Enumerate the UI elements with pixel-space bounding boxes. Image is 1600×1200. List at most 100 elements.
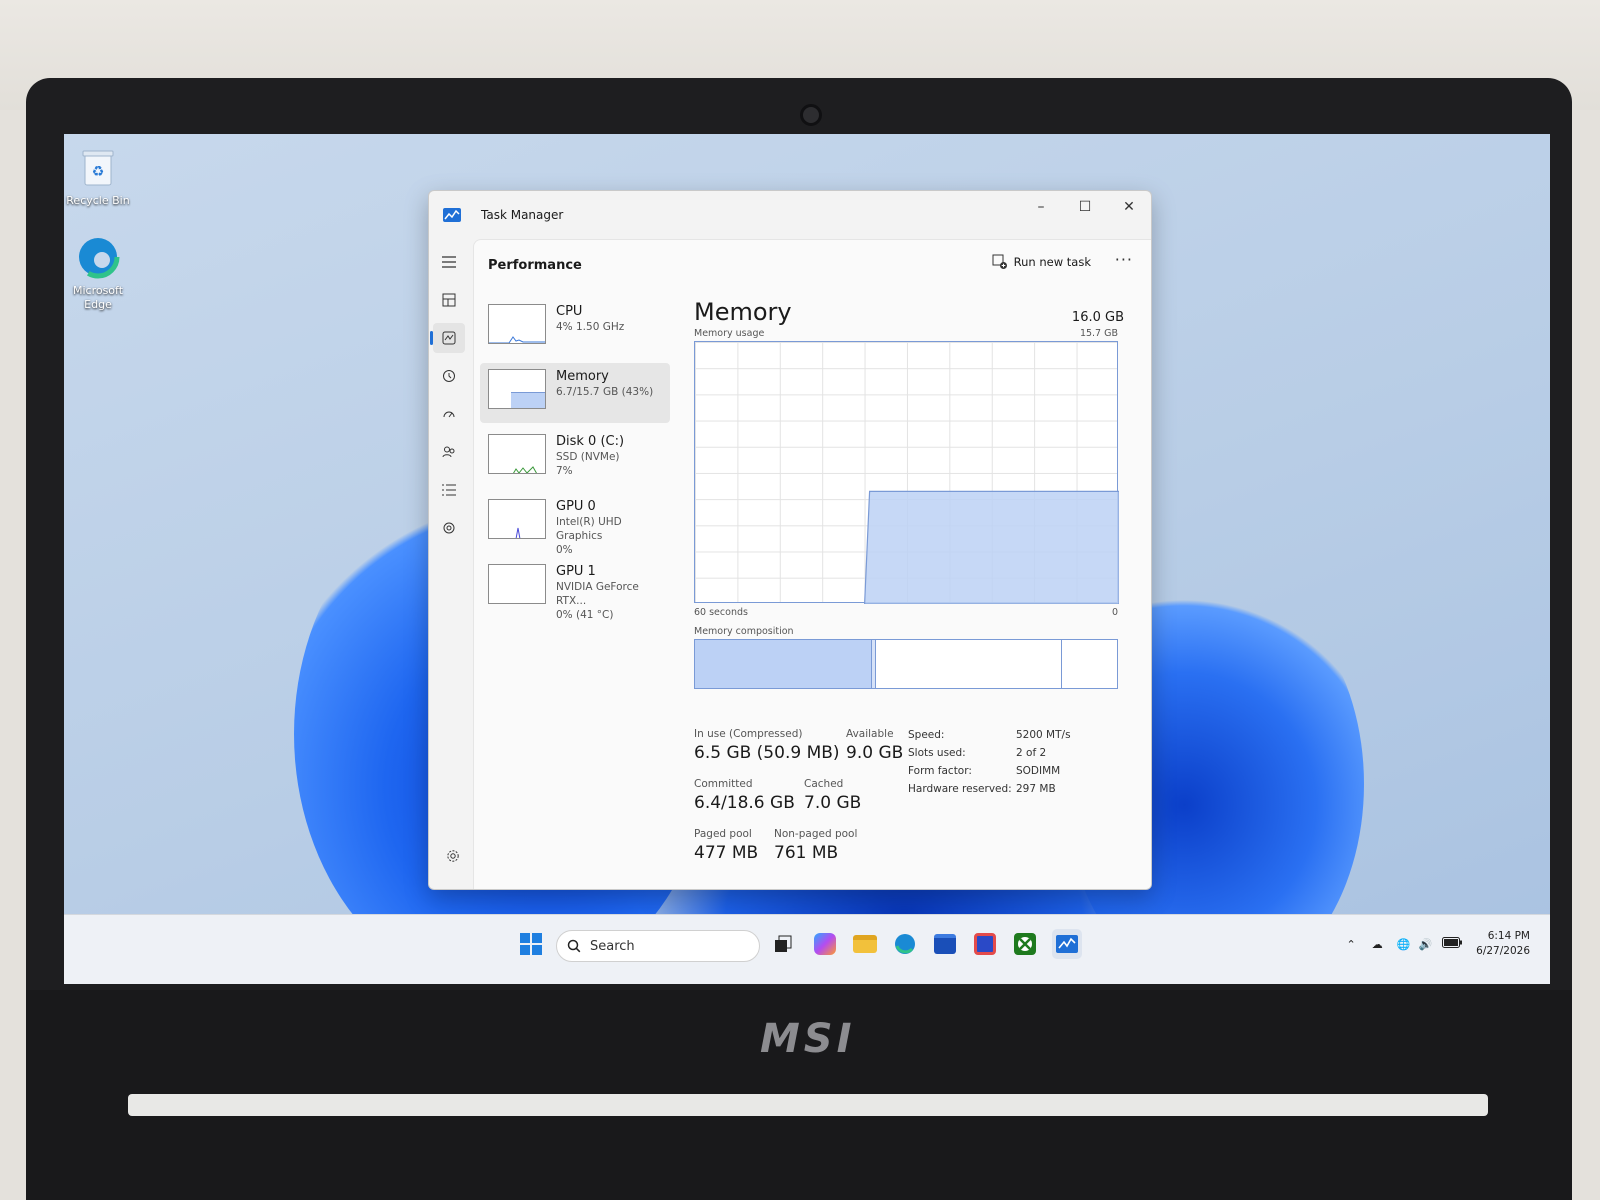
memory-spec-keys: Speed: Slots used: Form factor: Hardware… bbox=[908, 726, 1012, 798]
hamburger-menu-button[interactable] bbox=[433, 247, 465, 277]
device-name: GPU 1 bbox=[556, 564, 596, 579]
device-detail: Intel(R) UHD Graphics bbox=[556, 516, 622, 542]
composition-in-use[interactable] bbox=[695, 640, 873, 688]
puzzle-icon bbox=[443, 522, 455, 534]
nav-details[interactable] bbox=[433, 475, 465, 505]
processes-icon bbox=[442, 293, 456, 307]
nav-rail bbox=[429, 239, 471, 889]
device-name: CPU bbox=[556, 304, 583, 319]
task-manager-icon bbox=[1056, 935, 1078, 953]
composition-standby[interactable] bbox=[876, 640, 1063, 688]
network-icon[interactable]: 🌐 bbox=[1397, 938, 1411, 951]
store-button[interactable] bbox=[930, 929, 960, 959]
spec-hwres-value: 297 MB bbox=[1016, 783, 1056, 795]
spec-form-value: SODIMM bbox=[1016, 765, 1061, 777]
memory-composition-label: Memory composition bbox=[694, 626, 794, 637]
cloud-icon[interactable]: ☁ bbox=[1372, 938, 1383, 951]
gpu1-thumbnail-graph bbox=[488, 564, 546, 604]
spec-form-label: Form factor: bbox=[908, 765, 972, 777]
device-detail: 4% 1.50 GHz bbox=[556, 321, 625, 333]
task-manager-app-icon bbox=[443, 208, 461, 222]
performance-content: Performance Run new task ··· CPU 4% 1.50… bbox=[473, 239, 1151, 889]
memory-usage-area bbox=[863, 490, 1119, 604]
nav-services[interactable] bbox=[433, 513, 465, 543]
desktop-icon-label: Recycle Bin bbox=[66, 194, 130, 207]
desktop-screen: ♻ Recycle Bin Microsoft Edge Task Manage… bbox=[64, 134, 1550, 984]
clock-date: 6/27/2026 bbox=[1476, 945, 1530, 957]
run-new-task-label: Run new task bbox=[1013, 255, 1091, 269]
device-name: Memory bbox=[556, 369, 609, 384]
device-detail-2: 0% bbox=[556, 544, 573, 556]
page-title: Performance bbox=[488, 258, 582, 273]
more-options-button[interactable]: ··· bbox=[1115, 250, 1133, 269]
desktop-icon-edge[interactable]: Microsoft Edge bbox=[64, 234, 138, 312]
task-view-icon bbox=[775, 935, 792, 952]
window-controls: – ☐ ✕ bbox=[1019, 191, 1151, 223]
app-button[interactable] bbox=[970, 929, 1000, 959]
taskbar-search-box[interactable]: Search bbox=[556, 930, 760, 962]
copilot-button[interactable] bbox=[810, 929, 840, 959]
cpu-thumbnail-graph bbox=[488, 304, 546, 344]
nav-processes[interactable] bbox=[433, 285, 465, 315]
device-gpu-0[interactable]: GPU 0 Intel(R) UHD Graphics 0% bbox=[480, 493, 670, 556]
battery-icon[interactable] bbox=[1442, 937, 1463, 951]
device-gpu-1[interactable]: GPU 1 NVIDIA GeForce RTX... 0% (41 °C) bbox=[480, 558, 670, 621]
maximize-button[interactable]: ☐ bbox=[1063, 191, 1107, 223]
gpu0-thumbnail-graph bbox=[488, 499, 546, 539]
history-icon bbox=[443, 370, 455, 382]
start-button[interactable] bbox=[516, 929, 546, 959]
file-explorer-button[interactable] bbox=[850, 929, 880, 959]
memory-usage-label: Memory usage bbox=[694, 328, 765, 339]
edge-taskbar-button[interactable] bbox=[890, 929, 920, 959]
device-detail: NVIDIA GeForce RTX... bbox=[556, 581, 639, 607]
xbox-icon bbox=[1014, 933, 1036, 955]
desktop-icon-label: Microsoft Edge bbox=[72, 284, 124, 311]
nav-users[interactable] bbox=[433, 437, 465, 467]
stat-nonpaged-pool-value: 761 MB bbox=[774, 843, 839, 863]
volume-icon[interactable]: 🔊 bbox=[1418, 938, 1432, 951]
spec-hwres-label: Hardware reserved: bbox=[908, 783, 1012, 795]
xbox-button[interactable] bbox=[1010, 929, 1040, 959]
stat-available-label: Available bbox=[846, 728, 894, 740]
task-manager-window: Task Manager – ☐ ✕ Performance Run new t… bbox=[428, 190, 1152, 890]
device-disk-0[interactable]: Disk 0 (C:) SSD (NVMe) 7% bbox=[480, 428, 670, 488]
task-view-button[interactable] bbox=[768, 929, 798, 959]
run-new-task-button[interactable]: Run new task bbox=[992, 254, 1091, 270]
close-button[interactable]: ✕ bbox=[1107, 191, 1151, 223]
window-title: Task Manager bbox=[481, 208, 564, 222]
nav-settings[interactable] bbox=[437, 841, 469, 871]
task-manager-taskbar-button[interactable] bbox=[1052, 929, 1082, 959]
spec-speed-label: Speed: bbox=[908, 729, 945, 741]
svg-text:♻: ♻ bbox=[92, 164, 105, 180]
device-name: GPU 0 bbox=[556, 499, 596, 514]
spec-slots-value: 2 of 2 bbox=[1016, 747, 1047, 759]
search-placeholder: Search bbox=[590, 938, 635, 954]
desktop-icon-recycle-bin[interactable]: ♻ Recycle Bin bbox=[64, 144, 138, 208]
chevron-up-icon[interactable]: ⌃ bbox=[1347, 938, 1356, 951]
device-cpu[interactable]: CPU 4% 1.50 GHz bbox=[480, 298, 670, 358]
composition-free[interactable] bbox=[1062, 640, 1117, 688]
edge-icon bbox=[75, 234, 121, 280]
folder-icon bbox=[853, 935, 877, 953]
nav-app-history[interactable] bbox=[433, 361, 465, 391]
windows-logo-icon bbox=[520, 933, 542, 955]
recycle-bin-icon: ♻ bbox=[75, 144, 121, 190]
clock[interactable]: 6:14 PM 6/27/2026 bbox=[1476, 929, 1530, 959]
device-memory[interactable]: Memory 6.7/15.7 GB (43%) bbox=[480, 363, 670, 423]
spec-slots-label: Slots used: bbox=[908, 747, 966, 759]
nav-performance[interactable] bbox=[430, 323, 465, 353]
store-icon bbox=[934, 934, 956, 954]
graph-x-left-label: 60 seconds bbox=[694, 607, 748, 618]
memory-heading: Memory bbox=[694, 298, 792, 326]
system-tray: ⌃ ☁ 🌐 🔊 6:14 PM 6/27/2026 bbox=[1347, 929, 1530, 959]
hamburger-icon bbox=[442, 256, 456, 268]
memory-total: 16.0 GB bbox=[1071, 310, 1124, 325]
minimize-button[interactable]: – bbox=[1019, 191, 1063, 223]
speedometer-icon bbox=[443, 411, 455, 418]
list-icon bbox=[442, 484, 456, 496]
memory-thumbnail-graph bbox=[488, 369, 546, 409]
gear-icon bbox=[447, 850, 459, 862]
nav-startup-apps[interactable] bbox=[433, 399, 465, 429]
hinge-strip bbox=[128, 1094, 1488, 1116]
disk-thumbnail-graph bbox=[488, 434, 546, 474]
